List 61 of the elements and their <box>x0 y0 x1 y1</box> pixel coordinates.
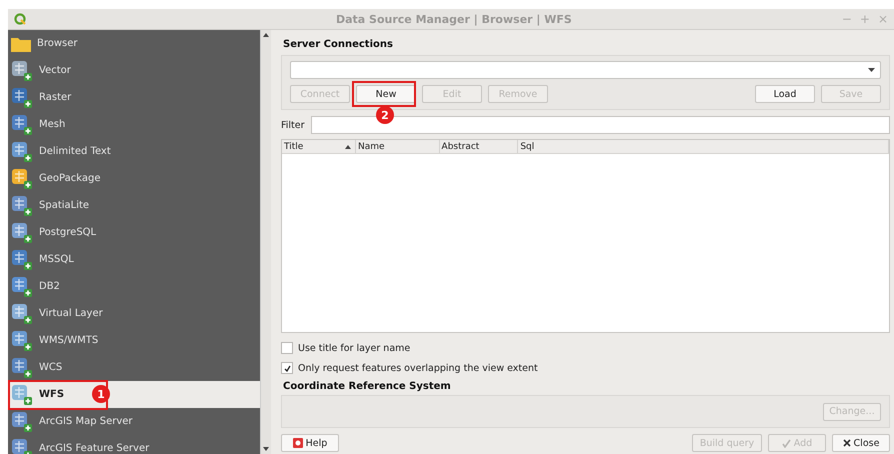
checkbox[interactable] <box>281 362 293 374</box>
layer-icon <box>11 438 33 454</box>
section-title: Coordinate Reference System <box>283 381 452 392</box>
sidebar-item[interactable]: ArcGIS Feature Server <box>8 435 260 454</box>
sidebar-item[interactable]: GeoPackage <box>8 165 260 192</box>
sidebar-item[interactable]: Raster <box>8 84 260 111</box>
checkbox-label: Only request features overlapping the view extent <box>298 362 538 374</box>
close-icon <box>842 439 851 447</box>
layer-icon <box>11 86 33 108</box>
sidebar-item[interactable]: WFS 1 <box>8 381 260 408</box>
layer-icon <box>11 302 33 324</box>
sidebar-item[interactable]: Virtual Layer <box>8 300 260 327</box>
dropdown-caret-icon <box>868 68 875 72</box>
sidebar-item[interactable]: DB2 <box>8 273 260 300</box>
layer-icon <box>11 168 33 190</box>
sidebar-item[interactable]: Mesh <box>8 111 260 138</box>
sidebar-item[interactable]: Vector <box>8 57 260 84</box>
sidebar-item[interactable]: Browser <box>8 30 260 57</box>
toolbar-button[interactable]: New <box>356 85 416 103</box>
sidebar-item[interactable]: ArcGIS Map Server <box>8 408 260 435</box>
checkbox[interactable] <box>281 342 293 354</box>
checkbox-label: Use title for layer name <box>298 342 410 354</box>
filter-label: Filter <box>281 120 305 130</box>
highlight-frame <box>352 81 416 107</box>
help-button[interactable]: Help <box>281 434 339 452</box>
check-icon <box>284 364 290 372</box>
check-icon <box>782 438 791 448</box>
folder-icon <box>11 36 31 52</box>
sidebar-item[interactable]: SpatiaLite <box>8 192 260 219</box>
column-header[interactable]: Abstract <box>440 140 518 153</box>
layer-icon <box>11 410 33 432</box>
sidebar-item[interactable]: PostgreSQL <box>8 219 260 246</box>
layer-icon <box>11 276 33 298</box>
sidebar-item[interactable]: WCS <box>8 354 260 381</box>
column-header[interactable]: Sql <box>518 140 889 153</box>
window-title: Data Source Manager | Browser | WFS <box>336 12 572 26</box>
step-marker: 1 <box>92 385 110 403</box>
layer-icon <box>11 222 33 244</box>
sidebar-item[interactable]: MSSQL <box>8 246 260 273</box>
scrollbar[interactable] <box>260 30 271 454</box>
scroll-up-icon[interactable] <box>263 33 269 37</box>
layer-icon <box>11 114 33 136</box>
layer-icon <box>11 356 33 378</box>
column-header[interactable]: Name <box>356 140 440 153</box>
toolbar-button[interactable]: Load <box>755 85 815 103</box>
layer-icon <box>11 60 33 82</box>
sidebar-item[interactable]: Delimited Text <box>8 138 260 165</box>
layer-icon <box>11 248 33 270</box>
scroll-down-icon[interactable] <box>263 447 269 451</box>
layer-icon <box>11 330 33 352</box>
layer-icon <box>11 384 33 406</box>
layer-icon <box>11 140 33 162</box>
sidebar-item[interactable]: WMS/WMTS <box>8 327 260 354</box>
layer-icon <box>11 194 33 216</box>
footer-button[interactable]: Close <box>832 434 890 452</box>
section-title: Server Connections <box>283 39 394 50</box>
help-icon <box>292 438 303 448</box>
connection-dropdown[interactable] <box>290 61 881 79</box>
app-logo-icon <box>14 13 26 25</box>
sort-icon <box>344 144 351 148</box>
column-header[interactable]: Title <box>282 140 356 153</box>
